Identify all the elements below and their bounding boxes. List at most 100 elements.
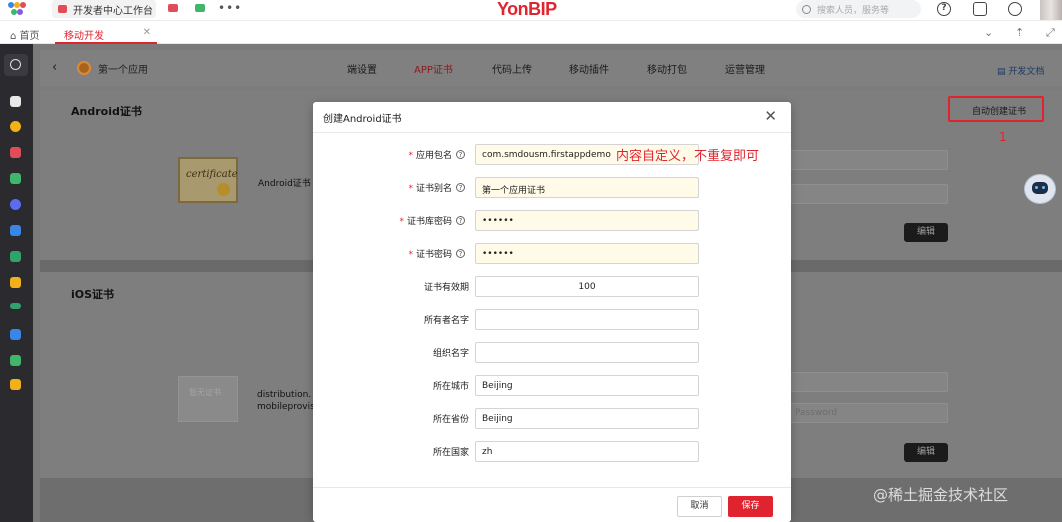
android-edit-button[interactable]: 编辑 bbox=[904, 223, 948, 242]
workbench-icon bbox=[58, 5, 67, 13]
back-icon[interactable]: ‹ bbox=[52, 60, 57, 75]
organization-label: 组织名字 bbox=[432, 349, 469, 359]
nav-mobile-plugins[interactable]: 移动插件 bbox=[569, 61, 609, 76]
city-label: 所在城市 bbox=[432, 382, 469, 392]
ios-cert-label: distribution. mobileprovisi bbox=[257, 389, 317, 413]
cert-password-input[interactable]: •••••• bbox=[475, 243, 699, 264]
app-icon bbox=[77, 61, 91, 75]
keystore-password-label: * 证书库密码? bbox=[399, 214, 465, 227]
nav-mobile-packaging[interactable]: 移动打包 bbox=[647, 61, 687, 76]
fullscreen-icon[interactable]: ⤢ bbox=[1046, 26, 1055, 40]
ios-password-field[interactable]: Password bbox=[788, 403, 948, 423]
keystore-password-label-text: 证书库密码 bbox=[406, 217, 452, 227]
folder-icon[interactable] bbox=[10, 96, 21, 107]
search-placeholder: 搜索人员，服务等 bbox=[817, 5, 890, 16]
close-icon[interactable]: ✕ bbox=[764, 107, 777, 125]
chevron-down-icon[interactable]: ⌄ bbox=[984, 26, 993, 39]
home-tab[interactable]: ⌂ 首页 bbox=[10, 27, 40, 42]
required-mark: * bbox=[408, 184, 413, 194]
search-icon bbox=[802, 4, 811, 14]
save-button[interactable]: 保存 bbox=[728, 496, 773, 517]
ios-edit-button[interactable]: 编辑 bbox=[904, 443, 948, 462]
global-search-input[interactable]: 搜索人员，服务等 bbox=[796, 0, 921, 18]
required-mark: * bbox=[408, 250, 413, 260]
close-tab-icon[interactable]: ✕ bbox=[143, 27, 151, 38]
apps-icon[interactable] bbox=[10, 173, 21, 184]
seal-icon bbox=[217, 183, 230, 196]
more-icon[interactable]: ••• bbox=[218, 1, 242, 15]
workbench-tab-label: 开发者中心工作台 bbox=[73, 5, 153, 17]
help-icon[interactable]: ? bbox=[937, 2, 951, 16]
headset-icon[interactable] bbox=[1008, 2, 1022, 16]
message-icon[interactable] bbox=[195, 4, 205, 12]
sidebar-search-button[interactable] bbox=[4, 54, 28, 76]
app-logo-icon[interactable] bbox=[8, 2, 26, 18]
person-blue-icon[interactable] bbox=[10, 329, 21, 340]
cert-alias-label: * 证书别名? bbox=[408, 181, 465, 194]
province-input[interactable]: Beijing bbox=[475, 408, 699, 429]
create-android-cert-dialog: 创建Android证书 ✕ * 应用包名? com.smdousm.firstap… bbox=[313, 102, 791, 522]
nav-code-upload[interactable]: 代码上传 bbox=[492, 61, 532, 76]
app-name: 第一个应用 bbox=[98, 65, 148, 76]
ios-section-title: iOS证书 bbox=[71, 288, 115, 301]
annotation-text: 内容自定义，不重复即可 bbox=[616, 149, 760, 164]
help-icon[interactable]: ? bbox=[456, 183, 465, 192]
left-sidebar bbox=[0, 44, 33, 522]
nav-operations[interactable]: 运营管理 bbox=[725, 61, 765, 76]
workbench-tab[interactable]: 开发者中心工作台 bbox=[52, 0, 156, 18]
wifi-icon[interactable] bbox=[10, 303, 21, 309]
dialog-title: 创建Android证书 bbox=[323, 114, 402, 125]
package-name-label: * 应用包名? bbox=[408, 148, 465, 161]
city-input[interactable]: Beijing bbox=[475, 375, 699, 396]
watermark: @稀土掘金技术社区 bbox=[873, 486, 1009, 504]
province-label: 所在省份 bbox=[432, 415, 469, 425]
user-icon[interactable] bbox=[10, 277, 21, 288]
package-name-label-text: 应用包名 bbox=[415, 151, 452, 161]
ios-field-1[interactable] bbox=[788, 372, 948, 392]
ios-label-line1: distribution. bbox=[257, 390, 312, 400]
country-input[interactable]: zh bbox=[475, 441, 699, 462]
cert-alias-input[interactable]: 第一个应用证书 bbox=[475, 177, 699, 198]
help-icon[interactable]: ? bbox=[456, 249, 465, 258]
box-icon[interactable] bbox=[10, 379, 21, 390]
help-icon[interactable]: ? bbox=[456, 150, 465, 159]
nav-app-certificate[interactable]: APP证书 bbox=[414, 61, 453, 76]
owner-name-input[interactable] bbox=[475, 309, 699, 330]
doc-icon[interactable] bbox=[10, 225, 21, 236]
validity-input[interactable]: 100 bbox=[475, 276, 699, 297]
cert-password-label: * 证书密码? bbox=[408, 247, 465, 260]
cert-alias-label-text: 证书别名 bbox=[415, 184, 452, 194]
android-field-1[interactable] bbox=[788, 150, 948, 170]
certificate-image: certificate bbox=[178, 157, 238, 203]
assistant-robot-icon[interactable] bbox=[1018, 172, 1062, 212]
chart-icon[interactable] bbox=[10, 355, 21, 366]
organization-input[interactable] bbox=[475, 342, 699, 363]
chat-icon[interactable] bbox=[973, 2, 987, 16]
dev-docs-link[interactable]: ▤ 开发文档 bbox=[997, 64, 1044, 77]
mail-icon[interactable] bbox=[168, 4, 178, 12]
certificate-image-text: certificate bbox=[186, 169, 238, 180]
grid-red-icon[interactable] bbox=[10, 147, 21, 158]
mobile-dev-tab[interactable]: 移动开发 ✕ bbox=[55, 21, 157, 44]
keystore-password-input[interactable]: •••••• bbox=[475, 210, 699, 231]
android-field-2[interactable] bbox=[788, 184, 948, 204]
android-cert-label: Android证书 bbox=[258, 179, 311, 189]
top-bar: 开发者中心工作台 ••• YonBIP 搜索人员，服务等 ? bbox=[0, 0, 1062, 20]
nav-terminal-settings[interactable]: 端设置 bbox=[347, 61, 377, 76]
people-icon[interactable] bbox=[10, 121, 21, 132]
circle-icon[interactable] bbox=[10, 199, 21, 210]
android-section-title: Android证书 bbox=[71, 105, 142, 118]
help-icon[interactable]: ? bbox=[456, 216, 465, 225]
sheet-icon[interactable] bbox=[10, 251, 21, 262]
ios-label-line2: mobileprovisi bbox=[257, 402, 318, 412]
auto-create-cert-button[interactable]: 自动创建证书 bbox=[948, 96, 1044, 122]
share-icon[interactable]: ⇡ bbox=[1015, 26, 1024, 39]
required-mark: * bbox=[408, 151, 413, 161]
required-mark: * bbox=[399, 217, 404, 227]
country-label: 所在国家 bbox=[432, 448, 469, 458]
search-icon bbox=[10, 59, 21, 70]
dev-docs-label: 开发文档 bbox=[1008, 67, 1045, 77]
home-tab-label: 首页 bbox=[19, 31, 40, 42]
cancel-button[interactable]: 取消 bbox=[677, 496, 722, 517]
user-avatar[interactable] bbox=[1040, 0, 1062, 20]
